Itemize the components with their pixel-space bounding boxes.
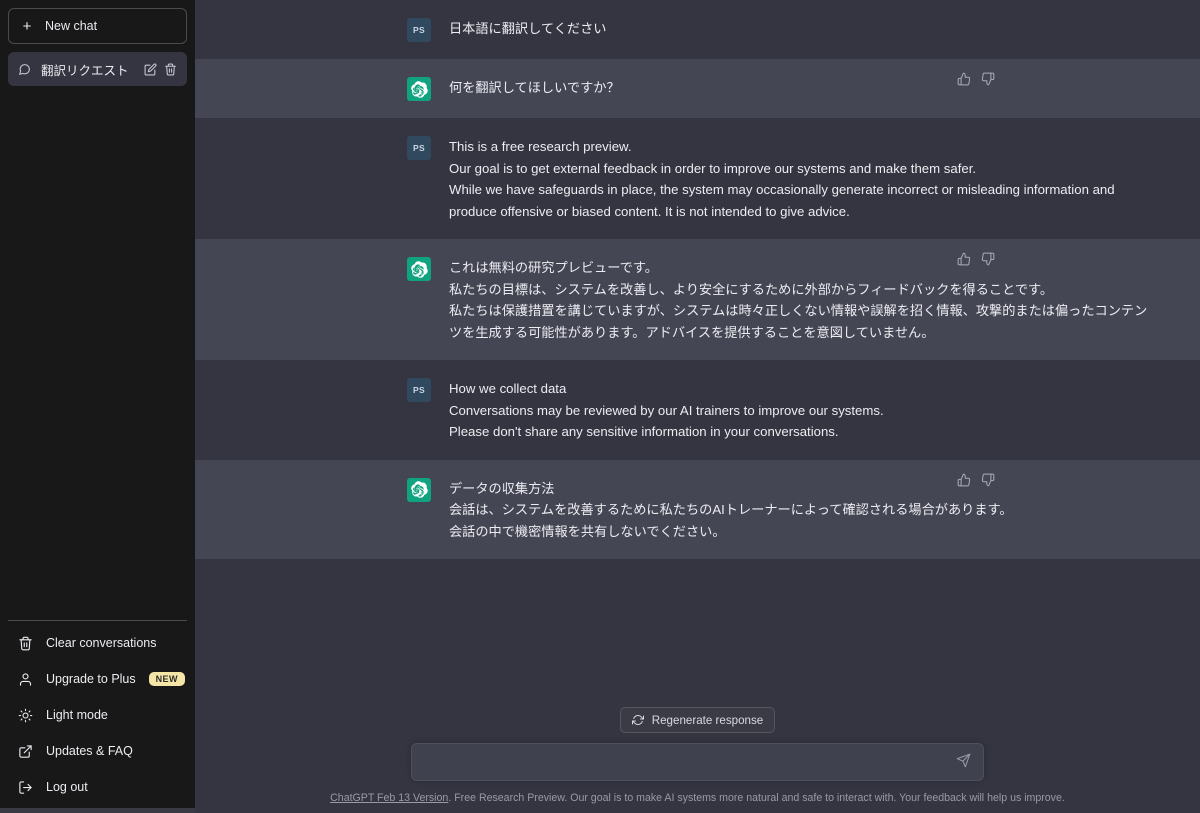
message-line: 何を翻訳してほしいですか？ xyxy=(449,80,620,95)
trash-icon xyxy=(18,636,33,651)
person-icon xyxy=(18,672,33,687)
composer-zone: Regenerate response ChatGPT Feb 13 Versi… xyxy=(195,707,1200,813)
sidebar-item-light-mode[interactable]: Light mode xyxy=(8,697,187,733)
main-panel: PS 日本語に翻訳してください 何を翻訳してほしいですか？ PS This is a f… xyxy=(195,0,1200,813)
refresh-icon xyxy=(631,714,644,726)
new-chat-label: New chat xyxy=(45,19,98,33)
sidebar-item-label: Light mode xyxy=(46,708,108,722)
message-inner: PS 日本語に翻訳してください xyxy=(195,17,1200,42)
regenerate-row: Regenerate response xyxy=(195,707,1200,743)
sidebar-bottom-bar xyxy=(0,808,195,813)
message-line: 私たちの目標は、システムを改善し、より安全にするために外部からフィードバックを得… xyxy=(449,281,1054,297)
message-text: これは無料の研究プレビューです。私たちの目標は、システムを改善し、より安全にする… xyxy=(449,256,1149,343)
message-thread: PS 日本語に翻訳してください 何を翻訳してほしいですか？ PS This is a f… xyxy=(195,0,1200,707)
message-line: 会話は、システムを改善するために私たちのAIトレーナーによって確認される場合があ… xyxy=(449,502,1013,517)
chatgpt-app: + New chat 翻訳リクエスト Clear conversations U… xyxy=(0,0,1200,813)
user-avatar: PS xyxy=(407,18,431,42)
assistant-avatar-icon xyxy=(407,477,431,502)
sidebar-item-log-out[interactable]: Log out xyxy=(8,769,187,805)
external-link-icon xyxy=(18,744,33,759)
message-line: How we collect data xyxy=(449,381,567,396)
message-input[interactable] xyxy=(424,744,956,780)
feedback-controls xyxy=(957,72,995,86)
message-inner: これは無料の研究プレビューです。私たちの目標は、システムを改善し、より安全にする… xyxy=(195,252,1200,343)
message-line: Our goal is to get external feedback in … xyxy=(449,160,977,176)
sidebar-item-label: Clear conversations xyxy=(46,636,157,650)
message-line: これは無料の研究プレビューです。 xyxy=(449,260,658,275)
footer-rest-text: . Free Research Preview. Our goal is to … xyxy=(448,792,1065,804)
message-assistant: これは無料の研究プレビューです。私たちの目標は、システムを改善し、より安全にする… xyxy=(195,239,1200,360)
message-input-container[interactable] xyxy=(411,743,984,781)
feedback-controls xyxy=(957,252,995,266)
regenerate-label: Regenerate response xyxy=(651,713,764,727)
sidebar-item-upgrade-to-plus[interactable]: Upgrade to Plus NEW xyxy=(8,661,187,697)
message-inner: PS This is a free research preview. Our go… xyxy=(195,135,1200,222)
sidebar-item-label: Upgrade to Plus xyxy=(46,672,136,686)
message-line: データの収集方法 xyxy=(449,480,555,496)
thumbs-up-icon[interactable] xyxy=(957,252,971,266)
thumbs-up-icon[interactable] xyxy=(957,72,971,86)
trash-icon[interactable] xyxy=(164,63,177,76)
sun-icon xyxy=(18,708,33,723)
message-inner: 何を翻訳してほしいですか？ xyxy=(195,72,1200,101)
message-line: Conversations may be reviewed by our AI … xyxy=(449,402,884,418)
feedback-controls xyxy=(957,473,995,487)
message-inner: PS How we collect data Conversations may b… xyxy=(195,377,1200,443)
user-avatar: PS xyxy=(407,136,431,160)
message-line: 日本語に翻訳してください xyxy=(449,21,607,36)
new-badge: NEW xyxy=(148,672,185,686)
message-user: PS How we collect data Conversations may b… xyxy=(195,360,1200,460)
conversation-item-active[interactable]: 翻訳リクエスト xyxy=(8,52,187,86)
sidebar: + New chat 翻訳リクエスト Clear conversations U… xyxy=(0,0,195,813)
footer-note: ChatGPT Feb 13 Version. Free Research Pr… xyxy=(195,781,1200,805)
message-user: PS 日本語に翻訳してください xyxy=(195,0,1200,59)
message-text: データの収集方法会話は、システムを改善するために私たちのAIトレーナーによって確… xyxy=(449,477,1149,543)
message-line: 私たちは保護措置を講じていますが、システムは時々正しくない情報や誤解を招く情報、… xyxy=(449,303,1148,340)
new-chat-button[interactable]: + New chat xyxy=(8,8,187,44)
edit-icon[interactable] xyxy=(144,62,157,76)
regenerate-response-button[interactable]: Regenerate response xyxy=(619,707,776,733)
message-inner: データの収集方法会話は、システムを改善するために私たちのAIトレーナーによって確… xyxy=(195,473,1200,543)
message-text: 何を翻訳してほしいですか？ xyxy=(449,76,1149,101)
message-user: PS This is a free research preview. Our go… xyxy=(195,118,1200,239)
send-button[interactable] xyxy=(956,753,971,771)
chat-bubble-icon xyxy=(18,63,31,76)
plus-icon: + xyxy=(22,17,32,35)
assistant-avatar-icon xyxy=(407,257,431,281)
message-line: While we have safeguards in place, the s… xyxy=(449,182,1115,219)
message-text: This is a free research preview. Our goal… xyxy=(449,135,1149,222)
logout-icon xyxy=(18,780,33,795)
message-assistant: データの収集方法会話は、システムを改善するために私たちのAIトレーナーによって確… xyxy=(195,459,1200,559)
sidebar-item-updates-and-faq[interactable]: Updates & FAQ xyxy=(8,733,187,769)
version-link[interactable]: ChatGPT Feb 13 Version xyxy=(330,792,448,804)
conversation-title: 翻訳リクエスト xyxy=(41,63,129,78)
sidebar-item-label: Updates & FAQ xyxy=(46,744,133,758)
message-line: 会話の中で機密情報を共有しないでください。 xyxy=(449,523,726,539)
message-text: How we collect data Conversations may be … xyxy=(449,377,1149,443)
thumbs-down-icon[interactable] xyxy=(981,473,995,487)
sidebar-item-clear-conversations[interactable]: Clear conversations xyxy=(8,625,187,661)
assistant-avatar-icon xyxy=(407,77,431,101)
send-icon xyxy=(956,753,971,771)
conversation-actions xyxy=(144,62,177,76)
sidebar-item-label: Log out xyxy=(46,780,88,794)
message-assistant: 何を翻訳してほしいですか？ xyxy=(195,59,1200,118)
user-avatar: PS xyxy=(407,378,431,402)
message-line: Please don't share any sensitive informa… xyxy=(449,424,839,439)
sidebar-bottom-nav: Clear conversations Upgrade to Plus NEW xyxy=(8,620,187,805)
message-line: This is a free research preview. xyxy=(449,139,632,154)
message-text: 日本語に翻訳してください xyxy=(449,17,1149,42)
thumbs-up-icon[interactable] xyxy=(957,473,971,487)
thumbs-down-icon[interactable] xyxy=(981,252,995,266)
conversation-list: 翻訳リクエスト xyxy=(8,52,187,620)
thumbs-down-icon[interactable] xyxy=(981,72,995,86)
